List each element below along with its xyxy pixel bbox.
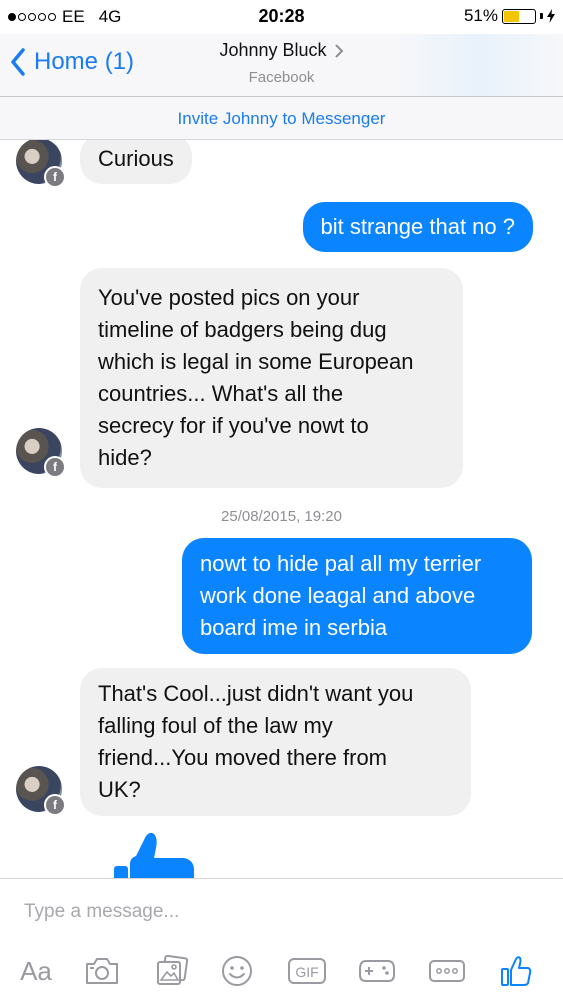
message-line: nowt to hide pal all my terrier [200, 551, 482, 576]
incoming-message[interactable]: You've posted pics on your timeline of b… [80, 268, 463, 488]
charging-icon [547, 9, 555, 23]
navigation-bar: Home (1) Johnny Bluck Facebook [0, 34, 563, 96]
thumbs-up-sticker-icon[interactable] [110, 830, 200, 878]
message-input[interactable] [24, 901, 524, 923]
more-button[interactable] [425, 949, 469, 993]
avatar[interactable]: f [16, 428, 66, 478]
message-line: friend...You moved there from [98, 745, 388, 770]
avatar[interactable]: f [16, 766, 66, 816]
outgoing-message[interactable]: bit strange that no ? [302, 202, 533, 252]
text-format-button[interactable]: Aa [14, 949, 58, 993]
message-line: falling foul of the law my [98, 713, 333, 738]
more-icon [429, 960, 465, 982]
message-line: which is legal in some European [98, 349, 414, 374]
outgoing-message[interactable]: nowt to hide pal all my terrier work don… [182, 538, 532, 654]
photo-icon [157, 955, 189, 985]
like-button[interactable] [494, 949, 538, 993]
invite-to-messenger-link[interactable]: Invite Johnny to Messenger [0, 96, 563, 140]
incoming-message[interactable]: That's Cool...just didn't want you falli… [80, 668, 471, 816]
message-line: You've posted pics on your [98, 285, 360, 310]
battery-percent: 51% [463, 6, 498, 25]
message-line: countries... What's all the [98, 381, 344, 406]
camera-button[interactable] [80, 949, 124, 993]
message-line: secrecy for if you've nowt to [98, 413, 369, 438]
conversation-header[interactable]: Johnny Bluck Facebook [0, 40, 563, 86]
facebook-badge-icon: f [44, 794, 66, 816]
svg-text:GIF: GIF [295, 964, 318, 980]
contact-name: Johnny Bluck [219, 40, 327, 60]
gif-icon: GIF [288, 958, 326, 984]
message-timestamp: 25/08/2015, 19:20 [221, 508, 342, 525]
battery-icon [502, 8, 536, 24]
composer-toolbar: Aa GIF [0, 949, 563, 993]
incoming-message[interactable]: Curious [80, 140, 192, 184]
message-line: board ime in serbia [200, 615, 388, 640]
avatar[interactable]: f [16, 140, 66, 188]
game-button[interactable] [355, 949, 399, 993]
gif-button[interactable]: GIF [285, 949, 329, 993]
battery-area: 51% [464, 6, 555, 26]
photo-button[interactable] [150, 949, 194, 993]
thumbs-up-icon [501, 956, 532, 986]
contact-source: Facebook [248, 69, 315, 86]
facebook-badge-icon: f [44, 456, 66, 478]
message-text: Curious [98, 146, 174, 171]
message-line: UK? [98, 777, 141, 802]
facebook-badge-icon: f [44, 166, 66, 188]
message-line: hide? [98, 445, 152, 470]
emoji-icon [222, 956, 252, 986]
game-icon [359, 960, 395, 982]
message-line: work done leagal and above [200, 583, 476, 608]
message-composer: Aa [0, 878, 563, 1000]
message-line: timeline of badgers being dug [98, 317, 387, 342]
chevron-right-icon [335, 44, 343, 57]
message-text: bit strange that no ? [320, 214, 515, 239]
emoji-button[interactable] [215, 949, 259, 993]
message-thread[interactable]: f Curious bit strange that no ? You've p… [0, 140, 563, 878]
camera-icon [86, 958, 118, 984]
status-bar: EE 4G 20:28 51% [0, 0, 563, 34]
message-line: That's Cool...just didn't want you [98, 681, 414, 706]
